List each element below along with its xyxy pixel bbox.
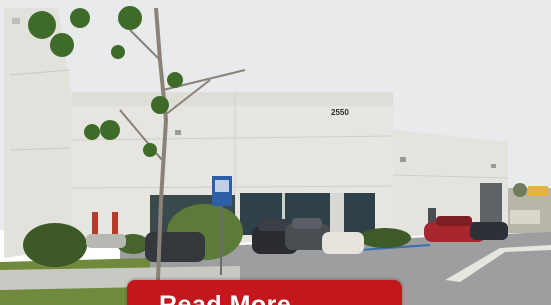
read-more-label: Read More [159, 291, 292, 305]
parked-car [322, 232, 364, 254]
read-more-button[interactable]: Read More [127, 280, 402, 305]
property-photo-frame: 2550 Read More [0, 0, 551, 305]
parked-car [145, 232, 205, 262]
building-photo: 2550 [0, 0, 551, 305]
parked-car [470, 222, 508, 240]
building-number: 2550 [331, 108, 349, 117]
shrub [23, 223, 87, 267]
